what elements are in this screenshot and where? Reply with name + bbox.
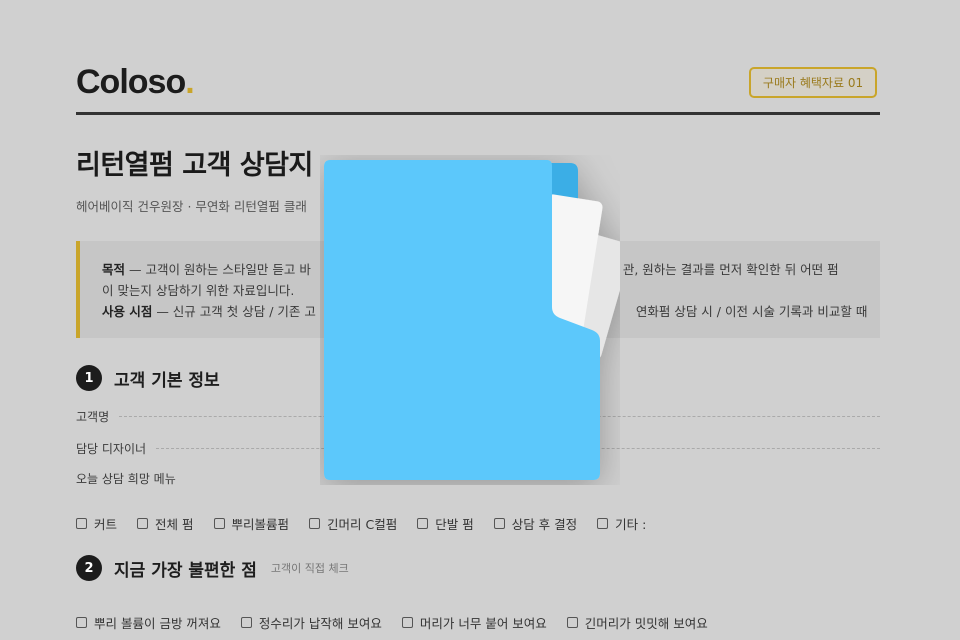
section-number: 2 — [76, 555, 102, 581]
option-root-volume-drops[interactable]: 뿌리 볼륨이 금방 꺼져요 — [76, 613, 221, 632]
checkbox[interactable] — [213, 518, 225, 529]
section-1-header: 1 고객 기본 정보 — [76, 365, 220, 391]
option-other[interactable]: 기타 : — [597, 514, 646, 533]
checkbox[interactable] — [493, 518, 505, 529]
header-divider — [76, 112, 880, 115]
checkbox[interactable] — [309, 518, 321, 529]
usage-label: 사용 시점 — [102, 304, 153, 319]
option-cut[interactable]: 커트 — [76, 514, 117, 533]
usage-text-right: 연화펌 상담 시 / 이전 시술 기록과 비교할 때 — [635, 304, 868, 319]
purpose-label: 목적 — [102, 262, 126, 277]
field-label: 담당 디자이너 — [76, 442, 147, 456]
section-note: 고객이 직접 체크 — [270, 562, 349, 575]
concern-options: 뿌리 볼륨이 금방 꺼져요 정수리가 납작해 보여요 머리가 너무 붙어 보여요… — [76, 613, 728, 632]
field-label: 오늘 상담 희망 메뉴 — [76, 472, 176, 486]
option-long-hair-plain[interactable]: 긴머리가 밋밋해 보여요 — [566, 613, 708, 632]
checkbox[interactable] — [597, 518, 609, 529]
folder-icon[interactable] — [320, 155, 620, 485]
usage-text: — 신규 고객 첫 상담 / 기존 고 — [152, 304, 316, 319]
section-title: 고객 기본 정보 — [114, 370, 220, 391]
option-full-perm[interactable]: 전체 펌 — [137, 514, 194, 533]
buyer-benefit-badge: 구매자 혜택자료 01 — [749, 67, 877, 98]
coloso-logo: Coloso. — [76, 63, 195, 101]
checkbox[interactable] — [76, 617, 87, 628]
page-subtitle: 헤어베이직 건우원장 · 무연화 리턴열펌 클래 — [76, 199, 307, 214]
checkbox[interactable] — [76, 518, 87, 529]
option-long-c-curl-perm[interactable]: 긴머리 C컬펌 — [309, 514, 397, 533]
option-root-volume-perm[interactable]: 뿌리볼륨펌 — [213, 514, 289, 533]
checkbox[interactable] — [137, 518, 149, 529]
field-label: 고객명 — [76, 410, 110, 424]
page-title: 리턴열펌 고객 상담지 — [76, 150, 313, 181]
checkbox[interactable] — [240, 617, 252, 628]
option-flat-crown[interactable]: 정수리가 납작해 보여요 — [240, 613, 382, 632]
section-title: 지금 가장 불편한 점 — [114, 560, 257, 581]
option-short-perm[interactable]: 단발 펌 — [417, 514, 474, 533]
section-2-header: 2 지금 가장 불편한 점 고객이 직접 체크 — [76, 555, 349, 581]
checkbox[interactable] — [566, 617, 578, 628]
section-number: 1 — [76, 365, 102, 391]
option-decide-after[interactable]: 상담 후 결정 — [493, 514, 577, 533]
purpose-text-right: 관, 원하는 결과를 먼저 확인한 뒤 어떤 펌 — [622, 262, 839, 277]
checkbox[interactable] — [417, 518, 429, 529]
menu-options: 커트 전체 펌 뿌리볼륨펌 긴머리 C컬펌 단발 펌 상담 후 결정 기타 : — [76, 514, 666, 533]
purpose-text: — 고객이 원하는 스타일만 듣고 바 — [125, 262, 311, 277]
checkbox[interactable] — [401, 617, 413, 628]
option-hair-too-flat[interactable]: 머리가 너무 붙어 보여요 — [401, 613, 547, 632]
